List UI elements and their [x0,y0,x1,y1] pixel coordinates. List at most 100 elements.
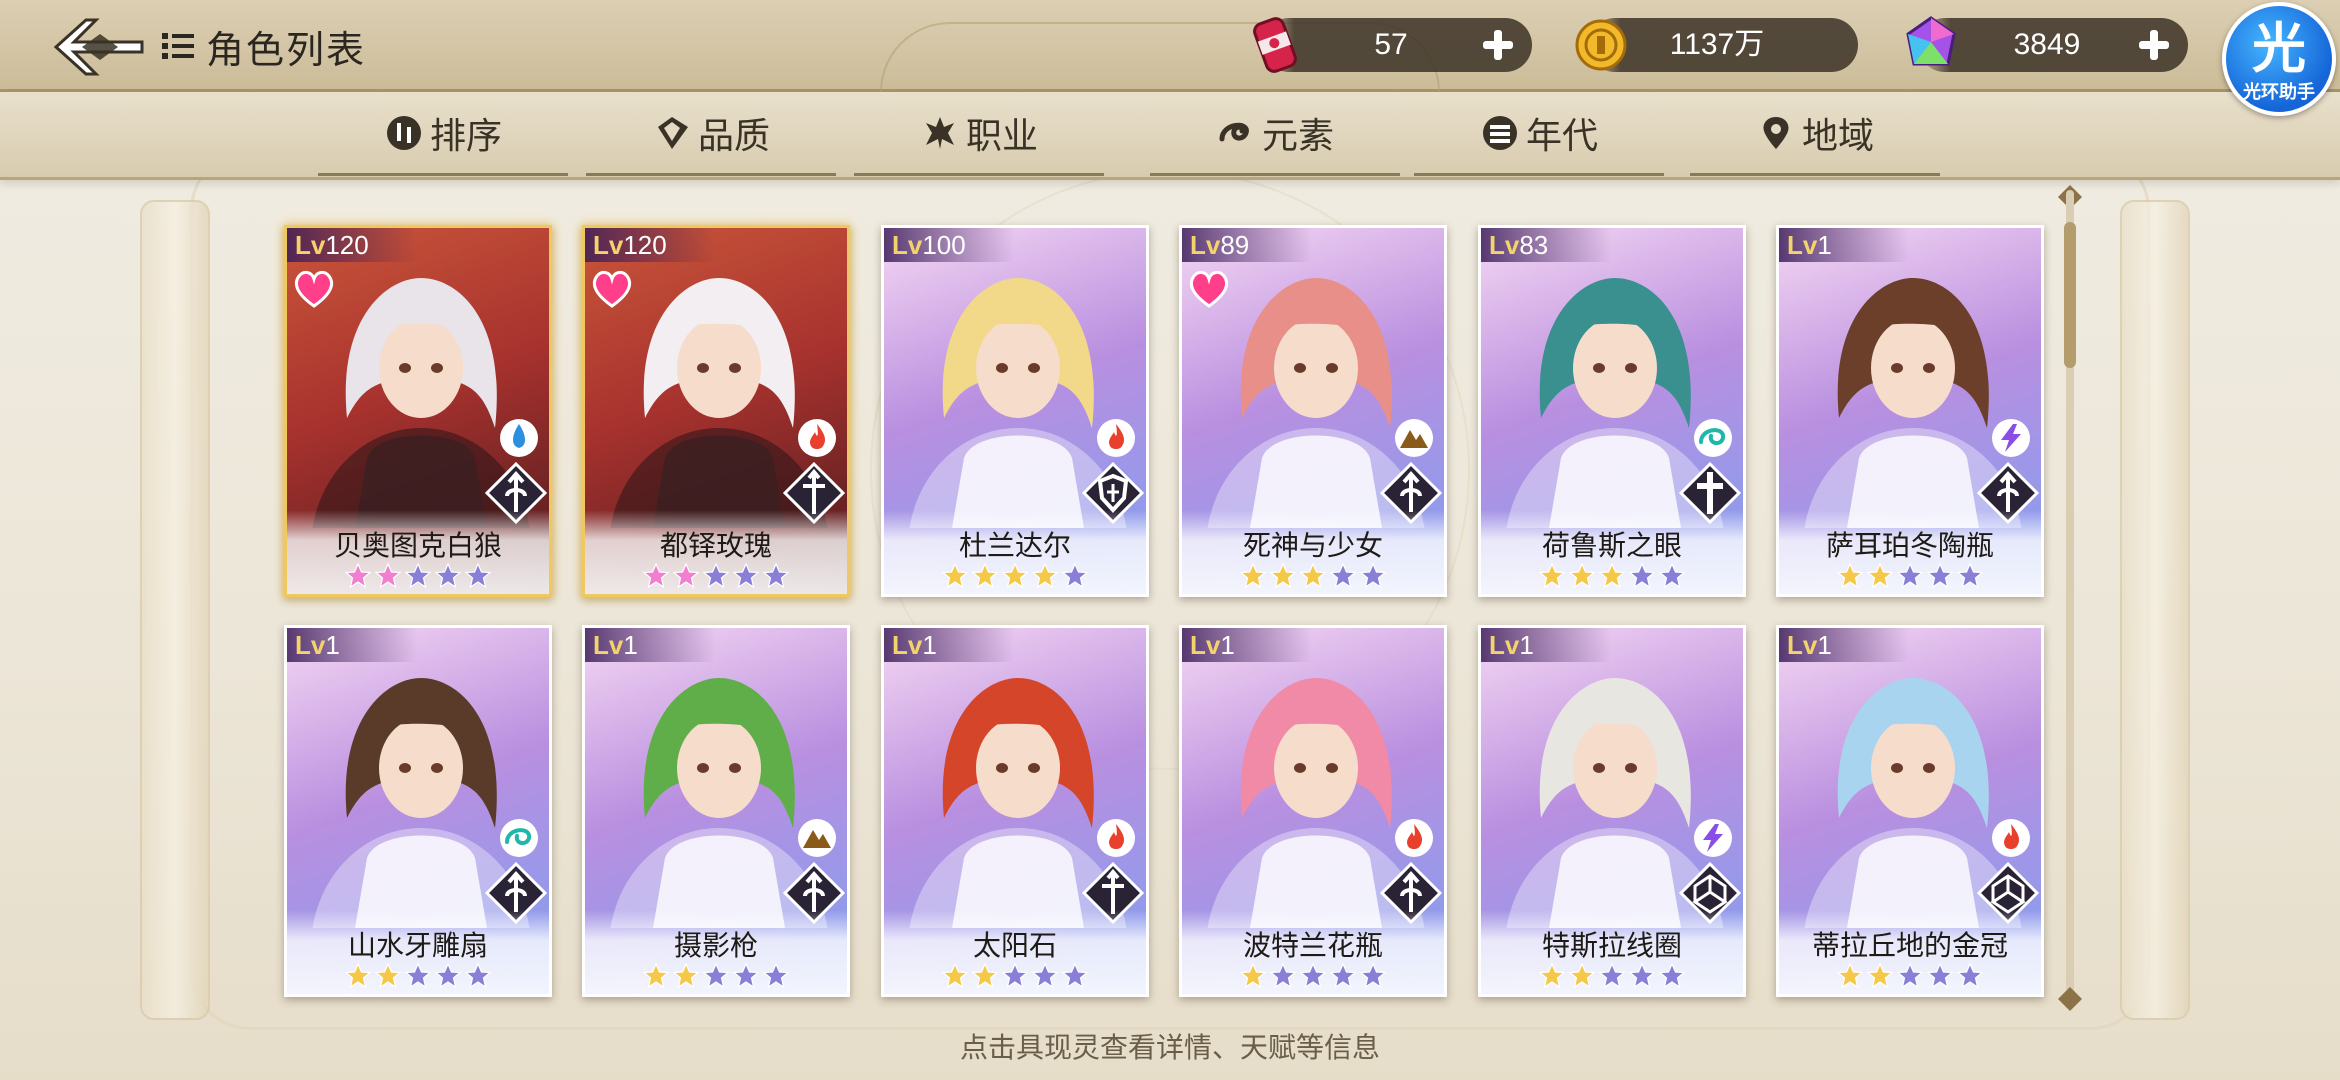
star-icon [642,562,670,589]
level-label: Lv120 [585,228,715,262]
character-card[interactable]: Lv1 波特兰花瓶 [1179,625,1447,997]
element-icon [1219,122,1249,141]
character-card[interactable]: Lv89 死神与少女 [1179,225,1447,597]
star-rating [1779,562,2041,592]
character-card[interactable]: Lv120 贝奥图克白狼 [284,225,552,597]
star-icon [1239,962,1267,989]
character-card[interactable]: Lv1 蒂拉丘地的金冠 [1776,625,2044,997]
level-prefix: Lv [593,230,624,260]
tickets-value: 57 [1374,28,1408,61]
level-label: Lv1 [1182,628,1312,662]
character-card[interactable]: Lv83 荷鲁斯之眼 [1478,225,1746,597]
resource-gold: 1137万 [1575,18,1858,72]
star-icon [941,562,969,589]
level-prefix: Lv [295,230,326,260]
add-tickets-button[interactable] [1480,27,1516,63]
filter-tab-era[interactable]: 年代 [1414,92,1664,176]
star-icon [1031,562,1059,589]
star-icon [374,562,402,589]
level-value: 120 [623,230,667,260]
filter-tab-element[interactable]: 元素 [1150,92,1400,176]
star-icon [1658,962,1686,989]
star-icon [1836,962,1864,989]
star-icon [344,962,372,989]
level-value: 83 [1519,230,1549,260]
star-icon [1628,962,1656,989]
star-icon [464,962,492,989]
star-icon [404,962,432,989]
back-button[interactable] [52,14,148,80]
gold-value: 1137万 [1669,28,1765,61]
star-icon [1031,962,1059,989]
level-prefix: Lv [1787,630,1818,660]
filter-tab-sort[interactable]: 排序 [318,92,568,176]
star-icon [1836,562,1864,589]
star-icon [762,562,790,589]
star-icon [464,562,492,589]
level-prefix: Lv [1190,230,1221,260]
add-gems-button[interactable] [2136,27,2172,63]
level-label: Lv89 [1182,228,1312,262]
level-value: 1 [325,630,340,660]
helper-label: 光环助手 [2243,82,2315,103]
level-label: Lv1 [1779,228,1909,262]
level-label: Lv1 [585,628,715,662]
star-icon [1329,962,1357,989]
star-icon [1956,962,1984,989]
star-icon [1568,562,1596,589]
list-icon [162,33,194,59]
level-label: Lv1 [884,628,1014,662]
character-name: 山水牙雕扇 [347,929,488,962]
scrollbar-thumb[interactable] [2064,222,2076,368]
level-label: Lv1 [287,628,417,662]
character-name: 特斯拉线圈 [1541,929,1682,962]
star-rating [884,962,1146,992]
star-icon [1061,962,1089,989]
filter-tab-label: 元素 [1261,115,1334,157]
level-label: Lv1 [1481,628,1611,662]
character-card[interactable]: Lv1 特斯拉线圈 [1478,625,1746,997]
wind-element-icon [1694,419,1732,457]
filter-tab-region[interactable]: 地域 [1690,92,1940,176]
character-card[interactable]: Lv1 山水牙雕扇 [284,625,552,997]
star-icon [1628,562,1656,589]
character-card[interactable]: Lv1 萨耳珀冬陶瓶 [1776,225,2044,597]
level-prefix: Lv [892,630,923,660]
character-card[interactable]: Lv100 杜兰达尔 [881,225,1149,597]
level-prefix: Lv [1489,630,1520,660]
star-icon [404,562,432,589]
star-icon [941,962,969,989]
helper-assistant-button[interactable]: 光 光环助手 [2222,2,2336,116]
level-value: 89 [1220,230,1250,260]
level-value: 1 [1817,230,1832,260]
star-icon [1956,562,1984,589]
star-rating [1182,962,1444,992]
star-icon [344,562,372,589]
star-icon [1359,962,1387,989]
level-value: 1 [1519,630,1534,660]
star-icon [1896,562,1924,589]
star-icon [1299,562,1327,589]
helper-char: 光 [2252,17,2306,80]
level-value: 1 [922,630,937,660]
filter-tab-label: 品质 [697,115,770,157]
thunder-element-icon [1992,419,2030,457]
wind-element-icon [500,819,538,857]
filter-tab-class[interactable]: 职业 [854,92,1104,176]
character-name: 荷鲁斯之眼 [1541,529,1682,562]
era-icon [1482,115,1517,150]
page-title: 角色列表 [206,27,367,72]
star-icon [1896,962,1924,989]
character-card[interactable]: Lv120 都铎玫瑰 [582,225,850,597]
level-prefix: Lv [1489,230,1520,260]
star-icon [1239,562,1267,589]
star-icon [1001,562,1029,589]
character-card[interactable]: Lv1 摄影枪 [582,625,850,997]
star-rating [1779,962,2041,992]
resource-gems: 3849 [1906,16,2188,72]
character-name: 太阳石 [972,929,1057,962]
character-card[interactable]: Lv1 太阳石 [881,625,1149,997]
star-rating [287,962,549,992]
star-icon [1061,562,1089,589]
filter-tab-quality[interactable]: 品质 [586,92,836,176]
